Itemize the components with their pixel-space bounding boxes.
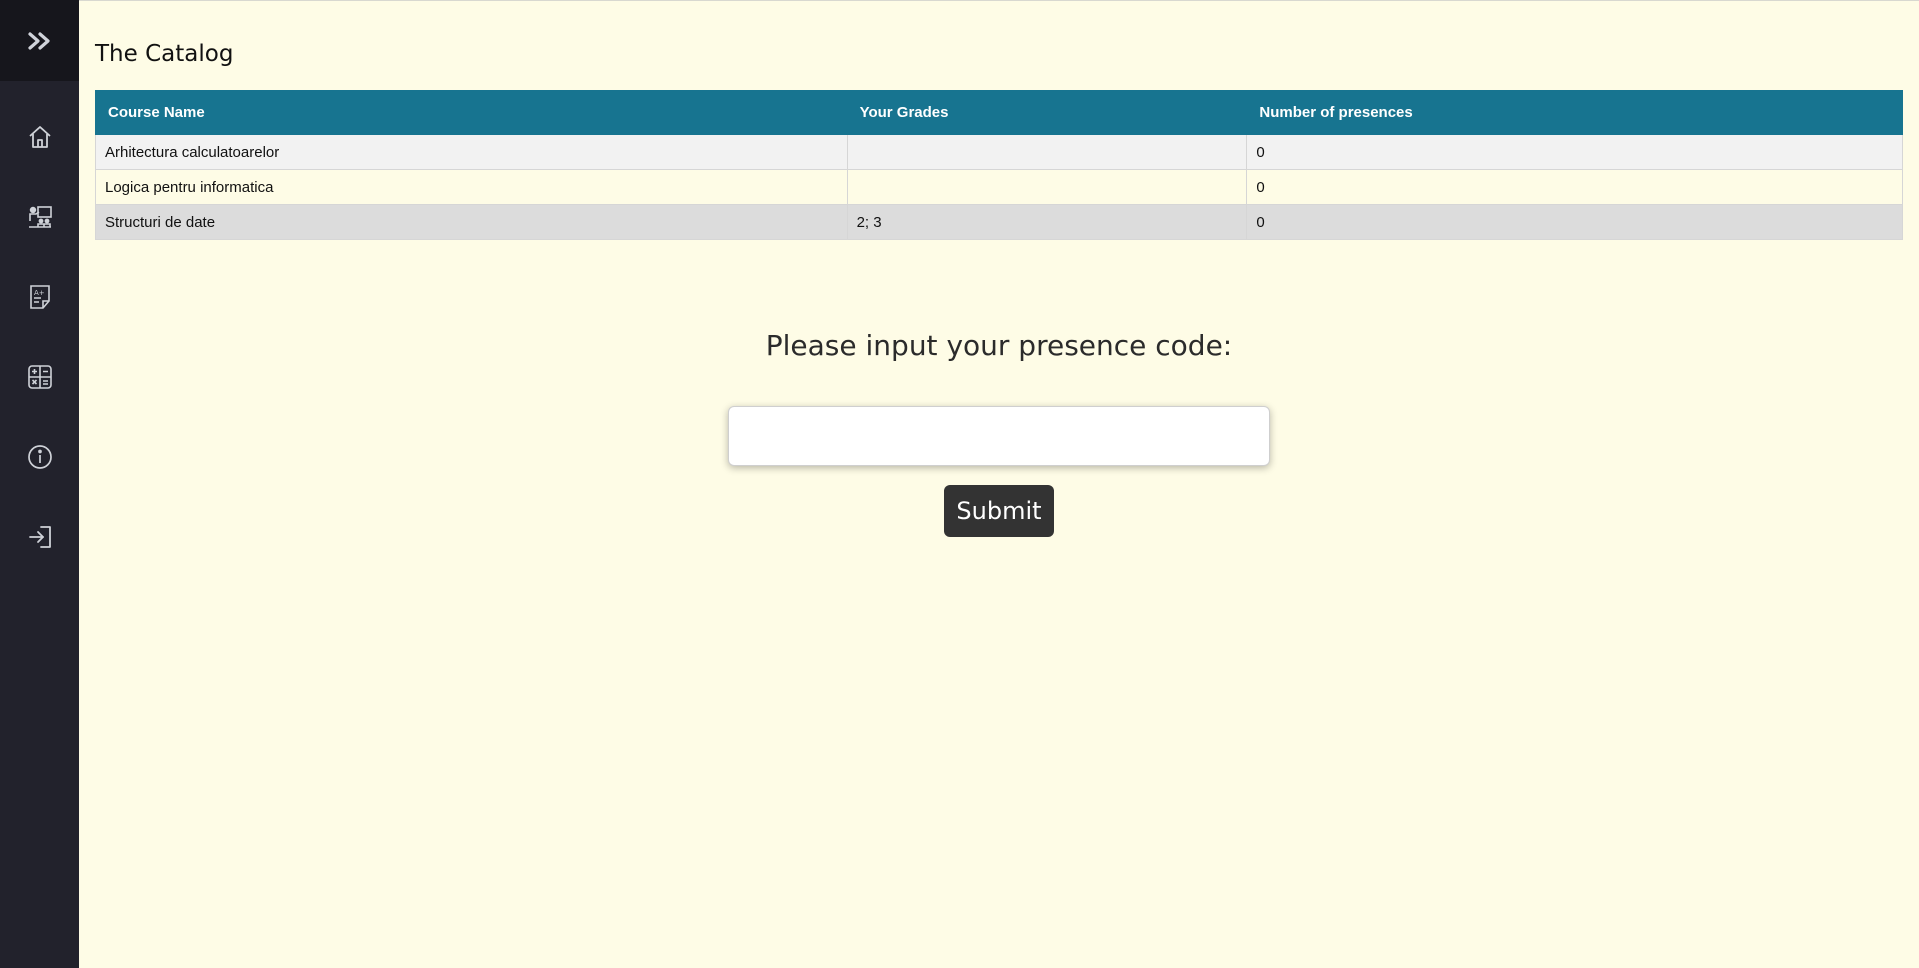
sidebar-item-calculator[interactable]: [0, 347, 79, 407]
home-icon: [27, 124, 53, 150]
presences-cell: 0: [1246, 204, 1903, 240]
column-header-your-grades: Your Grades: [846, 90, 1248, 135]
sidebar-item-login[interactable]: [0, 507, 79, 567]
calculator-icon: [27, 364, 53, 390]
presence-code-input[interactable]: [728, 406, 1270, 466]
grades-cell: [846, 134, 1248, 170]
course-name-cell: Structuri de date: [95, 204, 848, 240]
teacher-classroom-icon: [27, 204, 53, 230]
login-icon: [27, 524, 53, 550]
table-header-row: Course Name Your Grades Number of presen…: [95, 90, 1903, 135]
grades-sheet-icon: A+: [28, 284, 52, 310]
sidebar-item-grades[interactable]: A+: [0, 267, 79, 327]
grades-cell: 2; 3: [846, 204, 1248, 240]
presences-cell: 0: [1246, 134, 1903, 170]
sidebar-toggle-button[interactable]: [0, 0, 79, 81]
table-row: Structuri de date 2; 3 0: [95, 204, 1903, 240]
grades-cell: [846, 169, 1248, 205]
course-name-cell: Logica pentru informatica: [95, 169, 848, 205]
catalog-table: Course Name Your Grades Number of presen…: [95, 90, 1903, 240]
table-row: Logica pentru informatica 0: [95, 169, 1903, 205]
column-header-course-name: Course Name: [95, 90, 848, 135]
page-title: The Catalog: [95, 41, 234, 67]
presence-code-prompt: Please input your presence code:: [765, 329, 1233, 362]
sidebar: A+: [0, 0, 79, 968]
sidebar-item-home[interactable]: [0, 107, 79, 167]
svg-text:A+: A+: [34, 289, 45, 297]
sidebar-item-courses[interactable]: [0, 187, 79, 247]
submit-button[interactable]: Submit: [944, 485, 1054, 537]
course-name-cell: Arhitectura calculatoarelor: [95, 134, 848, 170]
presences-cell: 0: [1246, 169, 1903, 205]
column-header-number-of-presences: Number of presences: [1246, 90, 1903, 135]
sidebar-item-info[interactable]: [0, 427, 79, 487]
info-icon: [27, 444, 53, 470]
double-chevron-right-icon: [27, 31, 53, 51]
main-content: The Catalog Course Name Your Grades Numb…: [79, 0, 1919, 968]
table-row: Arhitectura calculatoarelor 0: [95, 134, 1903, 170]
